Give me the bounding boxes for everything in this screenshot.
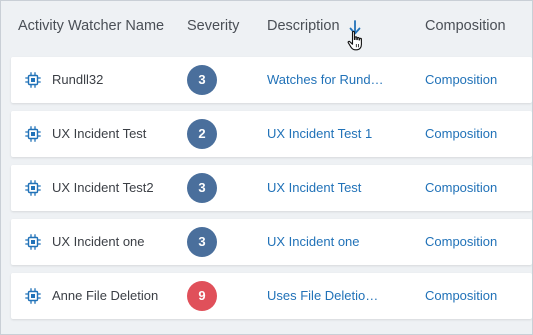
description-link[interactable]: Uses File Deletio… <box>267 288 378 303</box>
description-link[interactable]: UX Incident Test <box>267 180 361 195</box>
table-header: Activity Watcher Name Severity Descripti… <box>1 1 532 53</box>
severity-badge: 2 <box>187 119 217 149</box>
description-link[interactable]: Watches for Rund… <box>267 72 384 87</box>
table-row[interactable]: UX Incident one 3 UX Incident one Compos… <box>11 219 532 265</box>
chip-icon <box>25 72 41 88</box>
column-header-name[interactable]: Activity Watcher Name <box>18 18 164 34</box>
column-header-composition[interactable]: Composition <box>425 18 506 34</box>
severity-badge: 3 <box>187 173 217 203</box>
watcher-name: Anne File Deletion <box>52 288 159 303</box>
composition-link[interactable]: Composition <box>425 288 497 303</box>
chip-icon <box>25 180 41 196</box>
severity-badge: 3 <box>187 227 217 257</box>
description-link[interactable]: UX Incident Test 1 <box>267 126 372 141</box>
watcher-name: Rundll32 <box>52 72 104 87</box>
description-link[interactable]: UX Incident one <box>267 234 360 249</box>
column-header-severity[interactable]: Severity <box>187 18 239 34</box>
watcher-name: UX Incident one <box>52 234 145 249</box>
activity-watcher-table: Activity Watcher Name Severity Descripti… <box>0 0 533 335</box>
watcher-name: UX Incident Test2 <box>52 180 154 195</box>
severity-badge: 3 <box>187 65 217 95</box>
table-row[interactable]: Rundll32 3 Watches for Rund… Composition <box>11 57 532 103</box>
table-row[interactable]: Anne File Deletion 9 Uses File Deletio… … <box>11 273 532 319</box>
chip-icon <box>25 288 41 304</box>
severity-badge: 9 <box>187 281 217 311</box>
column-header-description[interactable]: Description <box>267 18 340 34</box>
composition-link[interactable]: Composition <box>425 234 497 249</box>
hand-cursor-icon <box>347 30 362 51</box>
composition-link[interactable]: Composition <box>425 180 497 195</box>
chip-icon <box>25 234 41 250</box>
chip-icon <box>25 126 41 142</box>
watcher-name: UX Incident Test <box>52 126 147 141</box>
table-row[interactable]: UX Incident Test2 3 UX Incident Test Com… <box>11 165 532 211</box>
composition-link[interactable]: Composition <box>425 72 497 87</box>
composition-link[interactable]: Composition <box>425 126 497 141</box>
table-row[interactable]: UX Incident Test 2 UX Incident Test 1 Co… <box>11 111 532 157</box>
